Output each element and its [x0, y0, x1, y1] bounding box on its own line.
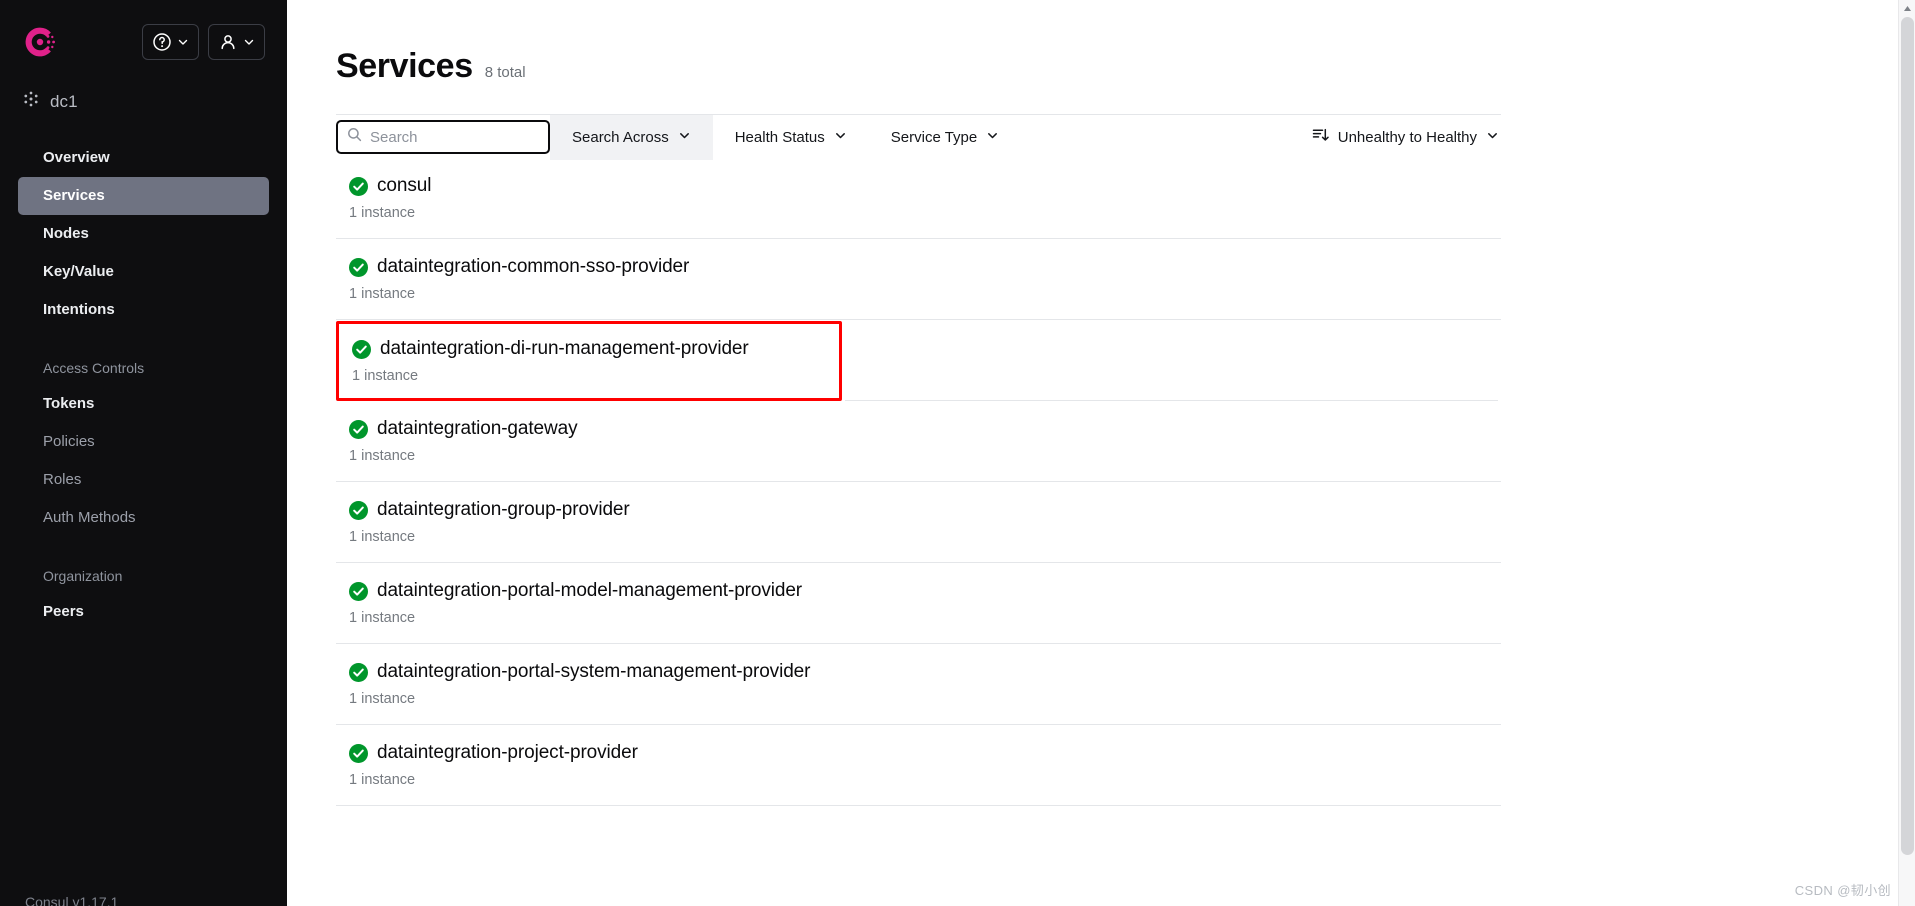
sidebar-item-tokens[interactable]: Tokens	[18, 385, 269, 423]
page-header: Services 8 total	[336, 0, 1885, 86]
service-instance-count: 1 instance	[349, 691, 416, 707]
page-scrollbar[interactable]	[1898, 0, 1915, 906]
services-list: consul 1 instance dataintegration-common…	[336, 159, 1501, 806]
service-row-title: dataintegration-portal-system-management…	[349, 661, 1501, 683]
service-row-title: dataintegration-group-provider	[349, 499, 1501, 521]
sidebar-nav: Overview Services Nodes Key/Value Intent…	[0, 139, 287, 631]
table-row[interactable]: dataintegration-project-provider 1 insta…	[336, 725, 1501, 806]
sidebar-header-buttons	[142, 24, 265, 60]
search-wrapper	[336, 115, 550, 160]
service-name: consul	[377, 175, 432, 196]
service-type-dropdown[interactable]: Service Type	[869, 115, 1021, 160]
consul-logo-icon[interactable]	[22, 24, 58, 60]
service-row-title: dataintegration-project-provider	[349, 742, 1501, 764]
sort-descending-icon	[1312, 127, 1329, 148]
service-row-title: dataintegration-common-sso-provider	[349, 256, 1501, 278]
health-passing-check-icon	[349, 581, 368, 601]
health-status-label: Health Status	[734, 128, 825, 146]
search-across-dropdown[interactable]: Search Across	[550, 114, 713, 160]
search-input[interactable]	[370, 128, 539, 146]
table-row[interactable]: dataintegration-gateway 1 instance	[336, 401, 1501, 482]
service-instance-count: 1 instance	[349, 772, 416, 788]
sidebar-item-roles[interactable]: Roles	[18, 461, 269, 499]
nav-divider-spacer	[0, 329, 287, 351]
service-name: dataintegration-common-sso-provider	[377, 256, 690, 277]
sort-order-label: Unhealthy to Healthy	[1337, 129, 1477, 146]
table-row-highlighted[interactable]: dataintegration-di-run-management-provid…	[336, 321, 1498, 401]
sidebar-item-key-value[interactable]: Key/Value	[18, 253, 269, 291]
sidebar-section-access-controls: Access Controls	[43, 360, 145, 376]
csdn-watermark: CSDN @韧小创	[1794, 883, 1891, 898]
table-row[interactable]: consul 1 instance	[336, 159, 1501, 239]
health-status-dropdown[interactable]: Health Status	[713, 115, 869, 160]
sidebar-item-peers[interactable]: Peers	[18, 593, 269, 631]
table-row[interactable]: dataintegration-portal-model-management-…	[336, 563, 1501, 644]
sidebar-section-organization: Organization	[43, 568, 123, 584]
sidebar-item-intentions[interactable]: Intentions	[18, 291, 269, 329]
datacenter-label: dc1	[50, 91, 78, 111]
service-name: dataintegration-group-provider	[377, 499, 630, 520]
sidebar-header	[0, 0, 287, 66]
search-icon	[347, 127, 362, 147]
search-box[interactable]	[336, 120, 550, 154]
service-row-title: consul	[349, 175, 1501, 197]
health-passing-check-icon	[349, 257, 368, 277]
nav-divider-spacer-2	[0, 537, 287, 559]
service-name: dataintegration-portal-model-management-…	[377, 580, 803, 601]
service-row-title: dataintegration-portal-model-management-…	[349, 580, 1501, 602]
chevron-down-icon	[834, 129, 847, 146]
scrollbar-up-arrow-icon[interactable]	[1899, 0, 1915, 17]
datacenter-snowflake-icon	[22, 90, 40, 113]
consul-ui-app: dc1 Overview Services Nodes Key/Value In…	[0, 0, 1915, 906]
table-row[interactable]: dataintegration-group-provider 1 instanc…	[336, 482, 1501, 563]
chevron-down-icon	[986, 129, 999, 146]
service-instance-count: 1 instance	[352, 368, 419, 384]
sidebar-item-policies[interactable]: Policies	[18, 423, 269, 461]
service-instance-count: 1 instance	[349, 205, 416, 221]
health-passing-check-icon	[349, 419, 368, 439]
sidebar-item-nodes[interactable]: Nodes	[18, 215, 269, 253]
chevron-down-icon	[1486, 129, 1499, 146]
service-instance-count: 1 instance	[349, 610, 416, 626]
service-instance-count: 1 instance	[349, 286, 416, 302]
filter-toolbar: Search Across Health Status Service Type	[336, 114, 1501, 160]
service-name: dataintegration-gateway	[377, 418, 578, 439]
question-circle-icon	[152, 32, 172, 52]
search-across-label: Search Across	[572, 128, 669, 146]
service-name: dataintegration-project-provider	[377, 742, 638, 763]
sidebar-item-overview[interactable]: Overview	[18, 139, 269, 177]
sidebar-item-services[interactable]: Services	[18, 177, 269, 215]
health-passing-check-icon	[349, 176, 368, 196]
sidebar: dc1 Overview Services Nodes Key/Value In…	[0, 0, 287, 906]
chevron-down-icon	[678, 129, 691, 146]
service-name: dataintegration-di-run-management-provid…	[380, 338, 749, 359]
service-name: dataintegration-portal-system-management…	[377, 661, 811, 682]
health-passing-check-icon	[352, 339, 371, 359]
help-menu-button[interactable]	[142, 24, 199, 60]
table-row[interactable]: dataintegration-portal-system-management…	[336, 644, 1501, 725]
user-menu-button[interactable]	[208, 24, 265, 60]
user-icon	[218, 32, 238, 52]
sort-order-dropdown[interactable]: Unhealthy to Healthy	[1312, 115, 1501, 160]
sidebar-item-auth-methods[interactable]: Auth Methods	[18, 499, 269, 537]
service-instance-count: 1 instance	[349, 529, 416, 545]
table-row[interactable]: dataintegration-common-sso-provider 1 in…	[336, 239, 1501, 320]
service-instance-count: 1 instance	[349, 448, 416, 464]
consul-version-label: Consul v1.17.1	[25, 894, 119, 906]
service-row-title: dataintegration-di-run-management-provid…	[352, 338, 839, 360]
chevron-down-icon	[243, 36, 255, 48]
datacenter-selector[interactable]: dc1	[22, 90, 287, 113]
page-title: Services	[336, 47, 473, 85]
health-passing-check-icon	[349, 743, 368, 763]
main-content: Services 8 total Search Across	[287, 0, 1915, 906]
service-type-label: Service Type	[890, 128, 978, 146]
health-passing-check-icon	[349, 662, 368, 682]
scrollbar-thumb[interactable]	[1901, 17, 1914, 855]
services-total-count: 8 total	[484, 64, 526, 81]
service-row-title: dataintegration-gateway	[349, 418, 1501, 440]
health-passing-check-icon	[349, 500, 368, 520]
chevron-down-icon	[177, 36, 189, 48]
